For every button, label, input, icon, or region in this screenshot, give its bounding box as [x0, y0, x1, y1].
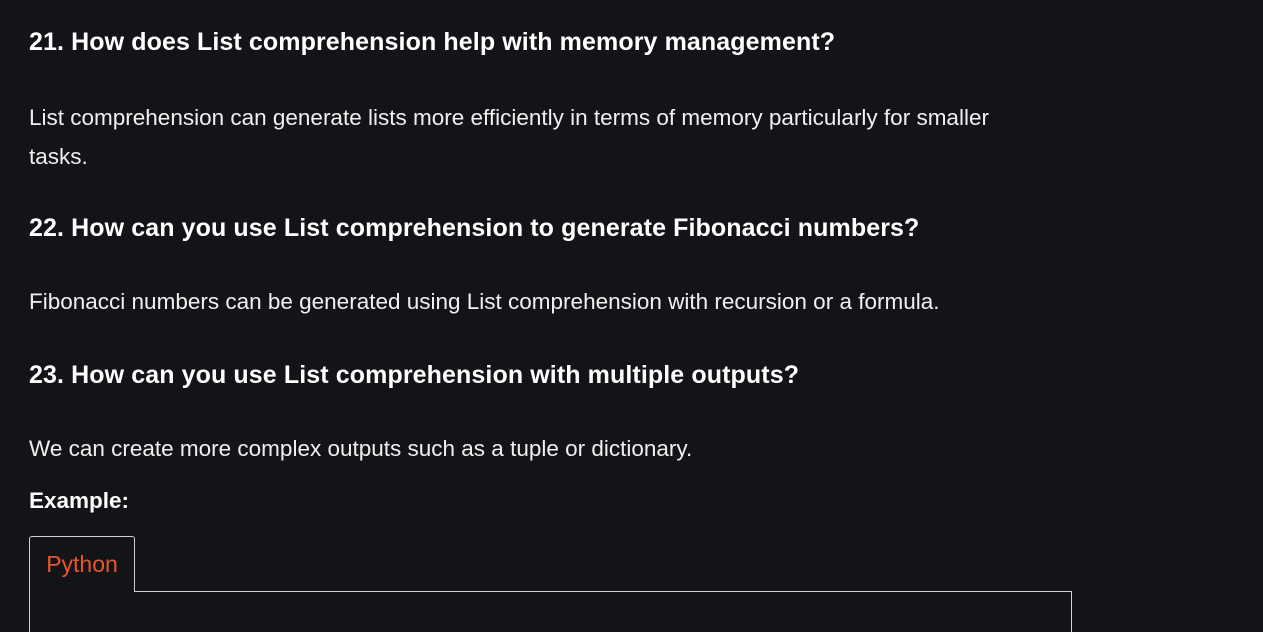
example-label: Example: [29, 488, 130, 513]
code-panel [29, 591, 1072, 632]
code-block: Python [29, 536, 1072, 632]
tab-python[interactable]: Python [29, 536, 135, 592]
question-heading-22: 22. How can you use List comprehension t… [29, 214, 920, 242]
question-heading-23: 23. How can you use List comprehension w… [29, 361, 800, 389]
answer-23: We can create more complex outputs such … [29, 436, 693, 461]
answer-22: Fibonacci numbers can be generated using… [29, 289, 940, 314]
answer-21: List comprehension can generate lists mo… [29, 105, 989, 169]
question-heading-21: 21. How does List comprehension help wit… [29, 28, 836, 56]
